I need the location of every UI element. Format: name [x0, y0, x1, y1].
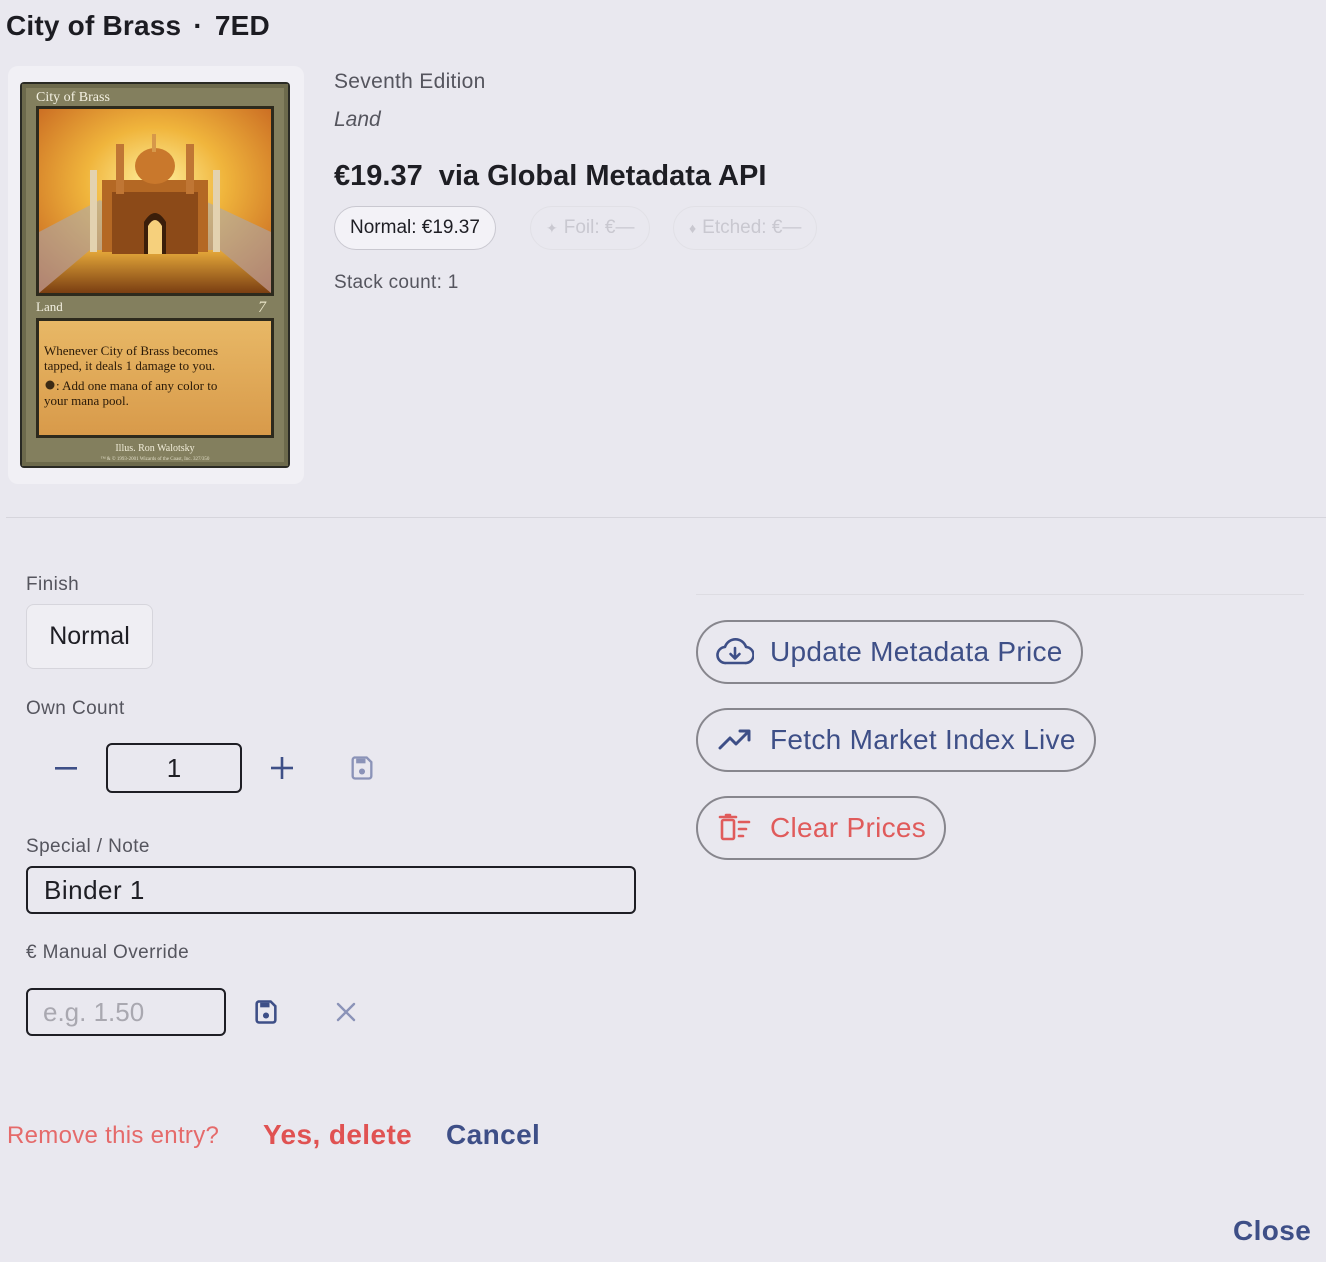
- fetch-market-label: Fetch Market Index Live: [770, 724, 1076, 755]
- cloud-download-icon: [716, 636, 754, 668]
- note-input[interactable]: [26, 866, 636, 914]
- update-metadata-price-button[interactable]: Update Metadata Price: [696, 620, 1083, 684]
- chip-normal-label: Normal: €19.37: [350, 217, 480, 238]
- price-value: €19.37: [334, 160, 423, 192]
- chip-etched-price: ♦ Etched: €—: [673, 206, 818, 250]
- actions-divider: [696, 594, 1304, 595]
- price-source: via Global Metadata API: [438, 160, 767, 192]
- override-price-input[interactable]: [26, 988, 226, 1036]
- save-count-button[interactable]: [342, 748, 382, 788]
- card-rules-text-1: Whenever City of Brass becomes: [44, 343, 218, 358]
- confirm-delete-button[interactable]: Yes, delete: [263, 1119, 412, 1151]
- card-image: City of Brass Land 7 Whenever City of Br…: [20, 82, 290, 468]
- card-rules-text-3: : Add one mana of any color to: [56, 378, 217, 393]
- clear-override-button[interactable]: [326, 992, 366, 1032]
- card-rules-text-2: tapped, it deals 1 damage to you.: [44, 358, 215, 373]
- set-code: 7ED: [214, 10, 270, 41]
- close-button[interactable]: Close: [1233, 1215, 1311, 1247]
- own-count-label: Own Count: [26, 698, 125, 719]
- note-label: Special / Note: [26, 836, 150, 857]
- card-type-line: Land: [36, 299, 63, 314]
- chip-normal-price[interactable]: Normal: €19.37: [334, 206, 496, 250]
- finish-value: Normal: [49, 622, 130, 650]
- card-illustrator: Illus. Ron Walotsky: [115, 443, 194, 454]
- update-metadata-label: Update Metadata Price: [770, 636, 1063, 667]
- cancel-delete-button[interactable]: Cancel: [446, 1119, 540, 1151]
- close-icon: [336, 1002, 356, 1022]
- price-summary: €19.37 via Global Metadata API: [334, 160, 766, 193]
- remove-entry-prompt: Remove this entry?: [7, 1122, 220, 1149]
- plus-icon: [271, 757, 293, 779]
- diamond-icon: ♦: [689, 220, 697, 236]
- clear-prices-label: Clear Prices: [770, 812, 927, 843]
- card-copyright: ™ & © 1993-2001 Wizards of the Coast, In…: [101, 456, 210, 462]
- save-override-button[interactable]: [246, 992, 286, 1032]
- save-icon: [255, 1000, 277, 1024]
- finish-label: Finish: [26, 574, 80, 595]
- override-label: € Manual Override: [26, 942, 190, 963]
- save-icon: [351, 756, 373, 780]
- minus-icon: [55, 767, 77, 770]
- svg-text:7: 7: [258, 299, 267, 316]
- fetch-market-index-button[interactable]: Fetch Market Index Live: [696, 708, 1096, 772]
- finish-select[interactable]: Normal: [26, 604, 153, 669]
- card-name-line: City of Brass: [36, 90, 110, 105]
- card-type: Land: [334, 108, 381, 131]
- card-name: City of Brass: [6, 10, 182, 41]
- increment-button[interactable]: [262, 748, 302, 788]
- card-rules-text-4: your mana pool.: [44, 393, 129, 408]
- edition-name: Seventh Edition: [334, 70, 486, 93]
- title-separator: ·: [193, 10, 203, 41]
- page-title: City of Brass · 7ED: [6, 10, 270, 42]
- chip-foil-label: Foil: €—: [563, 217, 635, 238]
- trending-up-icon: [716, 724, 754, 756]
- section-divider: [6, 517, 1326, 518]
- own-count-input[interactable]: [106, 743, 242, 793]
- delete-sweep-icon: [716, 812, 754, 844]
- stack-count: Stack count: 1: [334, 272, 459, 293]
- chip-etched-label: Etched: €—: [702, 217, 802, 238]
- chip-foil-price: ✦ Foil: €—: [530, 206, 651, 250]
- decrement-button[interactable]: [46, 748, 86, 788]
- sparkle-icon: ✦: [546, 219, 558, 236]
- clear-prices-button[interactable]: Clear Prices: [696, 796, 947, 860]
